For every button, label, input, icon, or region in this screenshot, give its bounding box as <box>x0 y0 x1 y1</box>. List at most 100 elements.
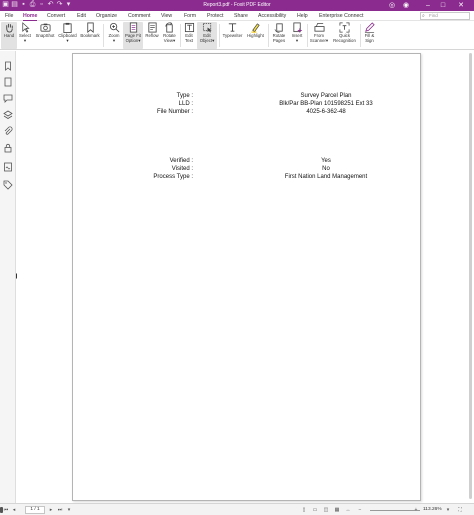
fill-sign-pen-icon <box>364 22 375 33</box>
fill-sign-button[interactable]: Fill & Sign <box>362 22 377 49</box>
edit-text-label-line2: Text <box>185 38 193 43</box>
ribbon-toolbar: Hand Select ▾ SnapShot Clipboard ▾ Bookm… <box>0 21 474 50</box>
bookmarks-panel-icon[interactable] <box>3 61 13 71</box>
edit-text-button[interactable]: Edit Text <box>182 22 196 49</box>
rotate-view-button[interactable]: Rotate View▾ <box>161 22 178 49</box>
reflow-button[interactable]: Reflow <box>144 22 160 49</box>
continuous-facing-view-icon[interactable]: ▦ <box>333 506 341 514</box>
scrollbar-thumb[interactable] <box>469 53 472 499</box>
type-value: Survey Parcel Plan <box>300 93 352 99</box>
highlight-button[interactable]: Highlight <box>245 22 266 49</box>
tab-comment[interactable]: Comment <box>128 11 151 21</box>
page-fit-option-button[interactable]: Page Fit Option▾ <box>123 22 143 49</box>
search-placeholder: Find <box>429 13 438 18</box>
tags-panel-icon[interactable] <box>3 180 13 190</box>
typewriter-button[interactable]: Typewriter <box>221 22 244 49</box>
vertical-scrollbar[interactable] <box>467 53 473 501</box>
pdf-page: Type : Survey Parcel Plan LLD : Blk/Par … <box>72 53 421 501</box>
select-button[interactable]: Select ▾ <box>17 22 33 49</box>
hand-icon <box>5 23 13 33</box>
page-view-options-icon[interactable]: ▾ <box>66 506 72 514</box>
tab-protect[interactable]: Protect <box>207 11 223 21</box>
tab-home[interactable]: Home <box>23 11 38 21</box>
last-page-icon[interactable]: ⏭ <box>57 506 63 514</box>
tab-organize[interactable]: Organize <box>96 11 117 21</box>
rotate-pages-button[interactable]: Rotate Pages <box>270 22 288 49</box>
edit-object-label-line2: Object▾ <box>199 38 215 43</box>
tab-form[interactable]: Form <box>184 11 196 21</box>
clipboard-button[interactable]: Clipboard ▾ <box>57 22 78 49</box>
ribbon-tabs: File Home Convert Edit Organize Comment … <box>0 11 474 21</box>
maximize-button[interactable]: □ <box>437 0 449 11</box>
edit-object-button[interactable]: Edit Object▾ <box>197 22 217 49</box>
insert-dropdown-icon: ▾ <box>295 38 299 43</box>
next-page-icon[interactable]: ▸ <box>48 506 54 514</box>
select-dropdown-icon: ▾ <box>23 38 27 43</box>
zoom-dropdown-icon[interactable]: ▾ <box>445 506 451 514</box>
from-scanner-button[interactable]: From Scanner▾ <box>309 22 329 49</box>
highlight-label: Highlight <box>247 33 264 38</box>
visited-label: Visited : <box>171 166 193 172</box>
tab-view[interactable]: View <box>161 11 172 21</box>
tab-convert[interactable]: Convert <box>47 11 65 21</box>
snapshot-button[interactable]: SnapShot <box>34 22 56 49</box>
account-icon[interactable]: ◉ <box>400 0 412 11</box>
quick-recognition-button[interactable]: Quick Recognition <box>331 22 358 49</box>
clipboard-dropdown-icon: ▾ <box>66 38 69 43</box>
ribbon-divider <box>103 24 104 47</box>
page-number-input[interactable]: 1 / 1 <box>25 506 45 514</box>
rotate-pages-icon <box>274 23 283 33</box>
zoom-in-icon[interactable]: + <box>412 506 420 514</box>
first-page-icon[interactable]: ⏮ <box>3 506 9 514</box>
file-number-value: 4025-6-362-48 <box>306 109 346 115</box>
facing-view-icon[interactable]: ◫ <box>322 506 330 514</box>
rotate-view-icon <box>165 22 173 33</box>
previous-page-icon[interactable]: ◂ <box>11 506 17 514</box>
tab-share[interactable]: Share <box>234 11 248 21</box>
signatures-panel-icon[interactable] <box>3 162 13 172</box>
rotate-pages-label-line2: Pages <box>272 38 286 43</box>
fill-sign-label-line2: Sign <box>365 38 374 43</box>
layers-icon[interactable] <box>3 110 13 120</box>
tab-edit[interactable]: Edit <box>77 11 86 21</box>
attachments-icon[interactable] <box>3 126 13 136</box>
tab-accessibility[interactable]: Accessibility <box>258 11 286 21</box>
tab-help[interactable]: Help <box>297 11 308 21</box>
lld-label: LLD : <box>178 101 193 107</box>
minimize-button[interactable]: – <box>422 0 434 11</box>
process-type-label: Process Type : <box>153 174 193 180</box>
zoom-slider-thumb[interactable] <box>0 507 3 513</box>
scanner-icon <box>314 23 324 32</box>
search-command-icon[interactable]: ◎ <box>386 0 398 11</box>
page-thumbnails-icon[interactable] <box>3 77 13 87</box>
ribbon-divider <box>360 24 361 47</box>
from-scanner-label-line2: Scanner▾ <box>309 38 329 43</box>
tab-file[interactable]: File <box>5 11 13 21</box>
zoom-button[interactable]: Zoom ▾ <box>106 22 122 49</box>
single-page-view-icon[interactable]: ▯ <box>300 506 308 514</box>
clipboard-icon <box>63 22 72 33</box>
tab-enterprise-connect[interactable]: Enterprise Connect <box>319 11 363 21</box>
search-icon: ⌕ <box>422 13 425 19</box>
page-fit-icon <box>129 22 137 33</box>
ribbon-divider <box>307 24 308 47</box>
page-fit-option-text: Option <box>125 38 139 43</box>
file-number-label: File Number : <box>156 109 193 115</box>
search-input[interactable]: ⌕ Find <box>420 12 470 20</box>
fit-width-icon[interactable]: ↔ <box>344 506 352 514</box>
type-label: Type : <box>176 93 193 99</box>
continuous-view-icon[interactable]: ▭ <box>311 506 319 514</box>
verified-label: Verified : <box>169 158 193 164</box>
close-button[interactable]: ✕ <box>455 0 467 11</box>
bookmark-button[interactable]: Bookmark <box>79 22 101 49</box>
zoom-level[interactable]: 113.26% <box>423 506 442 514</box>
process-type-value: First Nation Land Management <box>284 174 368 180</box>
hand-button[interactable]: Hand <box>1 22 17 49</box>
left-navigation-panel <box>0 51 16 503</box>
edit-object-icon <box>202 22 212 33</box>
comments-panel-icon[interactable] <box>3 93 13 103</box>
insert-button[interactable]: Insert ▾ <box>289 22 305 49</box>
security-lock-icon[interactable] <box>3 143 13 153</box>
zoom-out-icon[interactable]: − <box>356 506 364 514</box>
fullscreen-icon[interactable]: ⛶ <box>455 506 465 514</box>
